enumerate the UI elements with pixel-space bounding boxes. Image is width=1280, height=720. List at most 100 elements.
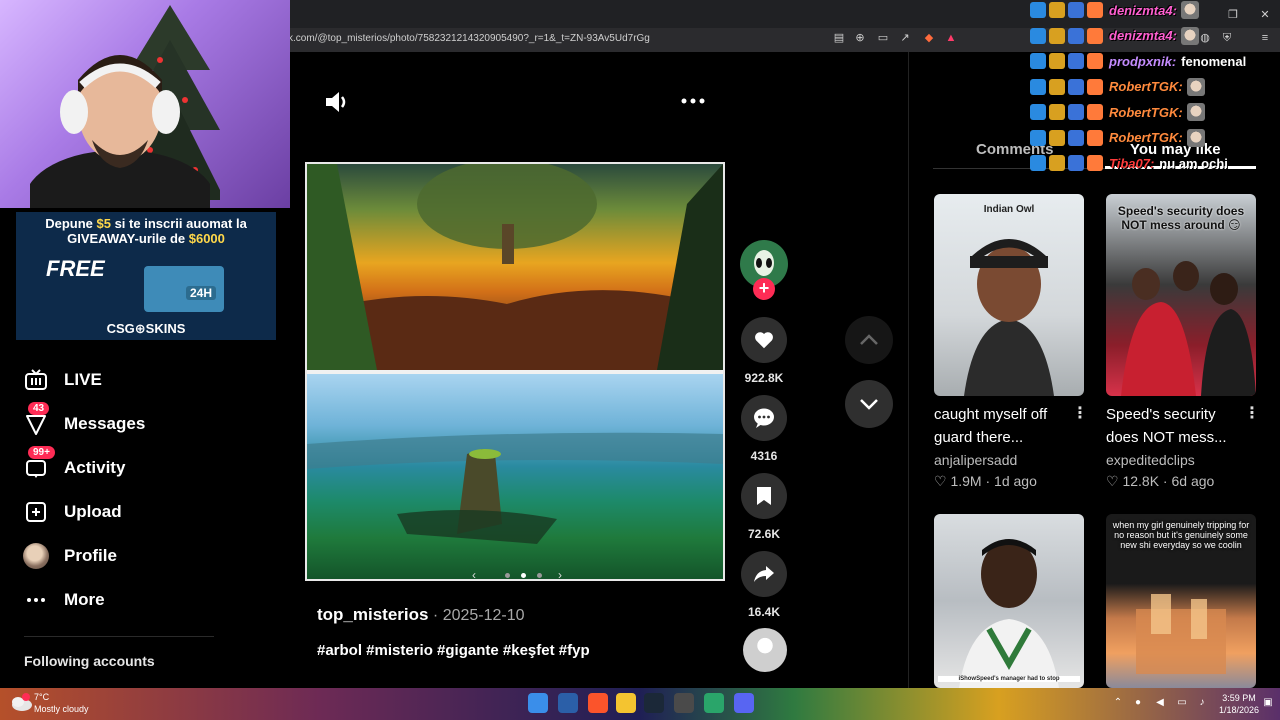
card-more-icon[interactable]: ⋮	[1244, 403, 1260, 423]
video-title[interactable]: caught myself off guard there...	[934, 403, 1074, 449]
chat-message: RobertTGK:	[1030, 102, 1205, 122]
tray-overflow-icon[interactable]: ⌃	[1112, 697, 1124, 709]
chat-message: RobertTGK:	[1030, 128, 1205, 148]
weather-temperature[interactable]: 7°C	[34, 692, 49, 702]
sidebar-item-more[interactable]: More	[22, 586, 105, 614]
chat-badge-invader-icon	[1068, 2, 1084, 18]
next-video-button[interactable]	[845, 380, 893, 428]
carousel-dot[interactable]	[537, 573, 542, 578]
chat-username: denizmta4:	[1109, 28, 1177, 43]
activity-badge: 99+	[28, 446, 55, 459]
chat-username: Tiba07:	[1109, 155, 1155, 171]
comment-count: 4316	[750, 449, 778, 463]
like-button[interactable]	[741, 317, 787, 363]
speaker-tray-icon[interactable]: ♪	[1196, 697, 1208, 709]
promo-case-label: 24H	[186, 286, 217, 300]
rewards-icon[interactable]: ▲	[944, 31, 958, 45]
url-text[interactable]: k.com/@top_misterios/photo/7582321214320…	[288, 33, 650, 44]
network-tray-icon[interactable]: ▭	[1176, 697, 1188, 709]
card-more-icon[interactable]: ⋮	[1072, 403, 1088, 423]
activity-icon: 99+	[22, 446, 55, 482]
carousel-dot[interactable]	[505, 573, 510, 578]
post-photo[interactable]: ‹ ›	[305, 162, 725, 581]
close-window-icon[interactable]: ✕	[1258, 8, 1272, 22]
more-horizontal-icon	[681, 98, 705, 104]
share-icon[interactable]: ↗	[898, 31, 912, 45]
profile-avatar	[22, 542, 50, 570]
post-hashtags[interactable]: #arbol #misterio #gigante #keşfet #fyp	[317, 642, 590, 659]
brave-browser-icon[interactable]	[588, 693, 608, 713]
carousel-prev-button[interactable]: ‹	[467, 568, 481, 579]
weather-description[interactable]: Mostly cloudy	[34, 704, 89, 714]
task-view-icon[interactable]	[558, 693, 578, 713]
stat-separator: ·	[1159, 473, 1172, 489]
clock-date[interactable]: 1/18/2026	[1214, 705, 1264, 715]
video-likes: 1.9M	[950, 473, 982, 489]
calculator-icon[interactable]	[674, 693, 694, 713]
carousel-next-button[interactable]: ›	[553, 568, 567, 579]
promo-banner[interactable]: Depune $5 si te inscrii auomat la GIVEAW…	[16, 212, 276, 340]
chat-message: prodpxnik: fenomenal	[1030, 51, 1246, 71]
chat-emote-icon	[1180, 26, 1199, 45]
chat-username: prodpxnik:	[1109, 53, 1177, 69]
carousel-dot-active[interactable]	[521, 573, 526, 578]
video-author[interactable]: expeditedclips	[1106, 452, 1195, 468]
share-button[interactable]	[741, 551, 787, 597]
recommended-video-card[interactable]: Speed's security does NOT mess around 😏 …	[1106, 194, 1260, 494]
steam-icon[interactable]	[644, 693, 664, 713]
save-button[interactable]	[741, 473, 787, 519]
promo-free-label: FREE	[46, 256, 105, 281]
music-disc-avatar[interactable]	[743, 628, 787, 672]
sidebar-item-profile[interactable]: Profile	[22, 542, 117, 570]
notification-icon[interactable]: ▣	[1262, 697, 1274, 709]
extensions-icon[interactable]: ◍	[1198, 31, 1212, 45]
video-thumbnail[interactable]: iShowSpeed's manager had to stop	[934, 514, 1084, 688]
app-icon[interactable]	[704, 693, 724, 713]
video-title[interactable]: Speed's security does NOT mess...	[1106, 403, 1246, 449]
video-author[interactable]: anjalipersadd	[934, 452, 1017, 468]
chat-badge-invader-icon	[1068, 104, 1084, 120]
file-explorer-icon[interactable]	[616, 693, 636, 713]
brave-shield-icon[interactable]: ◆	[922, 31, 936, 45]
chat-badge-role-icon	[1087, 104, 1103, 120]
video-thumbnail[interactable]: Speed's security does NOT mess around 😏	[1106, 194, 1256, 396]
discord-icon[interactable]	[734, 693, 754, 713]
sidebar-item-upload[interactable]: Upload	[22, 498, 122, 526]
previous-video-button[interactable]	[845, 316, 893, 364]
comment-button[interactable]	[741, 395, 787, 441]
more-options-button[interactable]	[680, 90, 706, 112]
recommended-video-card[interactable]: iShowSpeed's manager had to stop	[934, 514, 1084, 688]
post-author[interactable]: top_misterios	[317, 605, 428, 624]
start-windows-icon[interactable]	[528, 693, 548, 713]
video-thumbnail[interactable]: when my girl genuinely tripping for no r…	[1106, 514, 1256, 688]
chat-emote-icon	[1186, 103, 1205, 121]
chat-badge-role-icon	[1087, 129, 1103, 146]
video-thumbnail[interactable]: Indian Owl	[934, 194, 1084, 396]
vpn-shield-icon[interactable]: ⛨	[1220, 31, 1234, 45]
volume-icon	[326, 92, 346, 112]
screenshot-icon[interactable]: ▭	[876, 31, 890, 45]
chat-badge-crown-icon	[1049, 27, 1065, 44]
sidebar-item-activity[interactable]: 99+ Activity	[22, 446, 125, 482]
right-panel-divider	[908, 52, 909, 688]
recommended-video-card[interactable]: Indian Owl caught myself off guard there…	[934, 194, 1088, 494]
tray-app-icon[interactable]: ●	[1132, 697, 1144, 709]
sidebar-item-messages[interactable]: 43 Messages	[22, 402, 145, 438]
restore-window-icon[interactable]: ❐	[1226, 8, 1240, 22]
sound-button[interactable]	[322, 88, 352, 116]
reader-icon[interactable]: ▤	[832, 31, 846, 45]
share-count: 16.4K	[747, 605, 781, 619]
zoom-icon[interactable]: ⊕	[853, 31, 867, 45]
weather-cloud-icon[interactable]	[8, 691, 34, 715]
recommended-video-card[interactable]: when my girl genuinely tripping for no r…	[1106, 514, 1256, 688]
chat-badge-invader-icon	[1068, 53, 1084, 69]
follow-button[interactable]: +	[753, 278, 775, 300]
volume-tray-icon[interactable]: ◀	[1154, 697, 1166, 709]
sidebar-item-live[interactable]: LIVE	[22, 366, 102, 394]
clock-time[interactable]: 3:59 PM	[1218, 693, 1260, 703]
chat-badge-invader-icon	[1068, 27, 1084, 44]
chat-badge-crown-icon	[1049, 155, 1065, 171]
chevron-down-icon	[860, 399, 878, 410]
messages-badge: 43	[28, 402, 50, 415]
menu-icon[interactable]: ≡	[1258, 31, 1272, 45]
